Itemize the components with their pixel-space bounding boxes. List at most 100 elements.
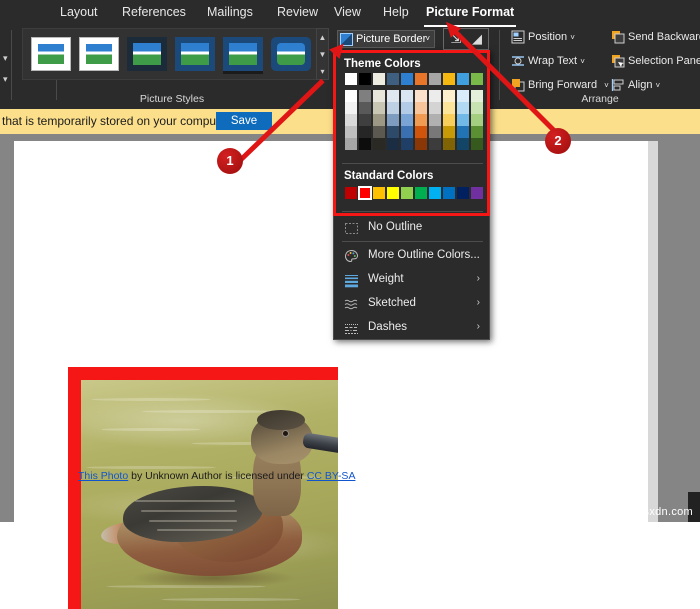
theme-swatch[interactable]: [401, 90, 413, 102]
theme-swatch[interactable]: [471, 90, 483, 102]
theme-variant-column[interactable]: [401, 90, 413, 150]
theme-swatch[interactable]: [457, 73, 469, 85]
duck-photo[interactable]: [81, 380, 338, 609]
theme-variant-column[interactable]: [443, 90, 455, 150]
picture-style-thumb[interactable]: [127, 37, 167, 71]
theme-swatch[interactable]: [373, 114, 385, 126]
theme-swatch[interactable]: [373, 90, 385, 102]
chevron-down-icon[interactable]: ▼: [317, 47, 328, 63]
theme-swatch[interactable]: [457, 102, 469, 114]
picture-style-thumb[interactable]: [271, 37, 311, 71]
tab-mailings[interactable]: Mailings: [205, 2, 255, 24]
theme-swatch[interactable]: [345, 138, 357, 150]
theme-variant-column[interactable]: [457, 90, 469, 150]
menu-item-more-outline-colors[interactable]: More Outline Colors...: [335, 245, 490, 268]
theme-swatch[interactable]: [345, 126, 357, 138]
theme-swatch[interactable]: [387, 126, 399, 138]
theme-swatch[interactable]: [471, 102, 483, 114]
theme-variant-column[interactable]: [387, 90, 399, 150]
theme-variant-column[interactable]: [429, 90, 441, 150]
caption-link-license[interactable]: CC BY-SA: [307, 470, 356, 482]
theme-swatch[interactable]: [443, 114, 455, 126]
theme-swatch[interactable]: [443, 138, 455, 150]
send-backward-button[interactable]: Send Backward: [611, 28, 700, 46]
theme-swatch[interactable]: [471, 114, 483, 126]
tab-references[interactable]: References: [120, 2, 188, 24]
theme-swatch[interactable]: [443, 102, 455, 114]
theme-swatch[interactable]: [373, 138, 385, 150]
theme-swatch[interactable]: [429, 102, 441, 114]
theme-swatch[interactable]: [345, 114, 357, 126]
theme-swatch[interactable]: [429, 114, 441, 126]
menu-item-dashes[interactable]: Dashes ›: [335, 317, 490, 340]
theme-swatch[interactable]: [359, 90, 371, 102]
theme-swatch[interactable]: [415, 138, 427, 150]
wrap-text-button[interactable]: Wrap Text ˅: [511, 52, 585, 70]
theme-swatch[interactable]: [457, 126, 469, 138]
tab-view[interactable]: View: [332, 2, 363, 24]
theme-swatch[interactable]: [471, 138, 483, 150]
picture-style-thumb[interactable]: [79, 37, 119, 71]
picture-style-thumb[interactable]: [175, 37, 215, 71]
chevron-down-icon-a[interactable]: ▾: [3, 53, 8, 64]
theme-swatch[interactable]: [415, 102, 427, 114]
theme-swatch[interactable]: [429, 73, 441, 85]
theme-swatch[interactable]: [429, 90, 441, 102]
standard-swatch[interactable]: [401, 187, 413, 199]
theme-swatch[interactable]: [345, 102, 357, 114]
more-styles-icon[interactable]: ▾: [317, 64, 328, 80]
save-button[interactable]: Save: [216, 112, 272, 130]
theme-swatch[interactable]: [401, 102, 413, 114]
theme-variant-column[interactable]: [373, 90, 385, 150]
theme-variant-column[interactable]: [345, 90, 357, 150]
theme-swatch[interactable]: [457, 138, 469, 150]
theme-swatch[interactable]: [401, 126, 413, 138]
chevron-right-icon[interactable]: ›: [477, 273, 480, 284]
standard-swatch[interactable]: [373, 187, 385, 199]
align-button[interactable]: Align ˅: [611, 76, 660, 94]
theme-swatch[interactable]: [387, 102, 399, 114]
menu-item-weight[interactable]: Weight ›: [335, 269, 490, 292]
theme-swatch[interactable]: [471, 73, 483, 85]
menu-item-no-outline[interactable]: No Outline: [335, 217, 490, 240]
theme-swatch[interactable]: [387, 90, 399, 102]
tab-help[interactable]: Help: [381, 2, 411, 24]
tab-picture-format[interactable]: Picture Format: [424, 2, 517, 27]
chevron-right-icon[interactable]: ›: [477, 297, 480, 308]
tab-review[interactable]: Review: [275, 2, 320, 24]
caption-link-this-photo[interactable]: This Photo: [78, 470, 128, 482]
tab-layout[interactable]: Layout: [58, 2, 100, 24]
picture-styles-gallery[interactable]: [22, 28, 322, 80]
theme-swatch[interactable]: [345, 90, 357, 102]
theme-swatch[interactable]: [359, 102, 371, 114]
standard-swatch[interactable]: [429, 187, 441, 199]
bring-forward-button[interactable]: Bring Forward ˅: [511, 76, 609, 94]
theme-swatch[interactable]: [387, 114, 399, 126]
standard-swatch[interactable]: [415, 187, 427, 199]
theme-swatch[interactable]: [373, 126, 385, 138]
theme-swatch[interactable]: [457, 90, 469, 102]
theme-swatch[interactable]: [415, 126, 427, 138]
theme-swatch[interactable]: [359, 73, 371, 85]
theme-swatch[interactable]: [415, 90, 427, 102]
gallery-scroll[interactable]: ▲ ▼ ▾: [316, 28, 329, 80]
theme-swatch[interactable]: [443, 73, 455, 85]
theme-swatch[interactable]: [345, 73, 357, 85]
menu-item-sketched[interactable]: Sketched ›: [335, 293, 490, 316]
selection-pane-button[interactable]: Selection Pane: [611, 52, 700, 70]
theme-variant-column[interactable]: [415, 90, 427, 150]
chevron-down-icon[interactable]: ˅: [656, 81, 661, 90]
theme-swatch[interactable]: [429, 138, 441, 150]
theme-swatch[interactable]: [471, 126, 483, 138]
picture-border-dropdown[interactable]: Theme Colors Standard Colors No Outline …: [333, 50, 490, 340]
chevron-down-icon[interactable]: ˅: [570, 33, 575, 42]
chevron-right-icon[interactable]: ›: [477, 321, 480, 332]
standard-swatch-selected[interactable]: [358, 186, 372, 200]
theme-swatch[interactable]: [443, 90, 455, 102]
theme-variant-column[interactable]: [359, 90, 371, 150]
theme-swatch[interactable]: [401, 138, 413, 150]
theme-swatch[interactable]: [457, 114, 469, 126]
theme-swatch[interactable]: [359, 138, 371, 150]
theme-swatch[interactable]: [415, 73, 427, 85]
chevron-down-icon[interactable]: ˅: [425, 31, 430, 47]
